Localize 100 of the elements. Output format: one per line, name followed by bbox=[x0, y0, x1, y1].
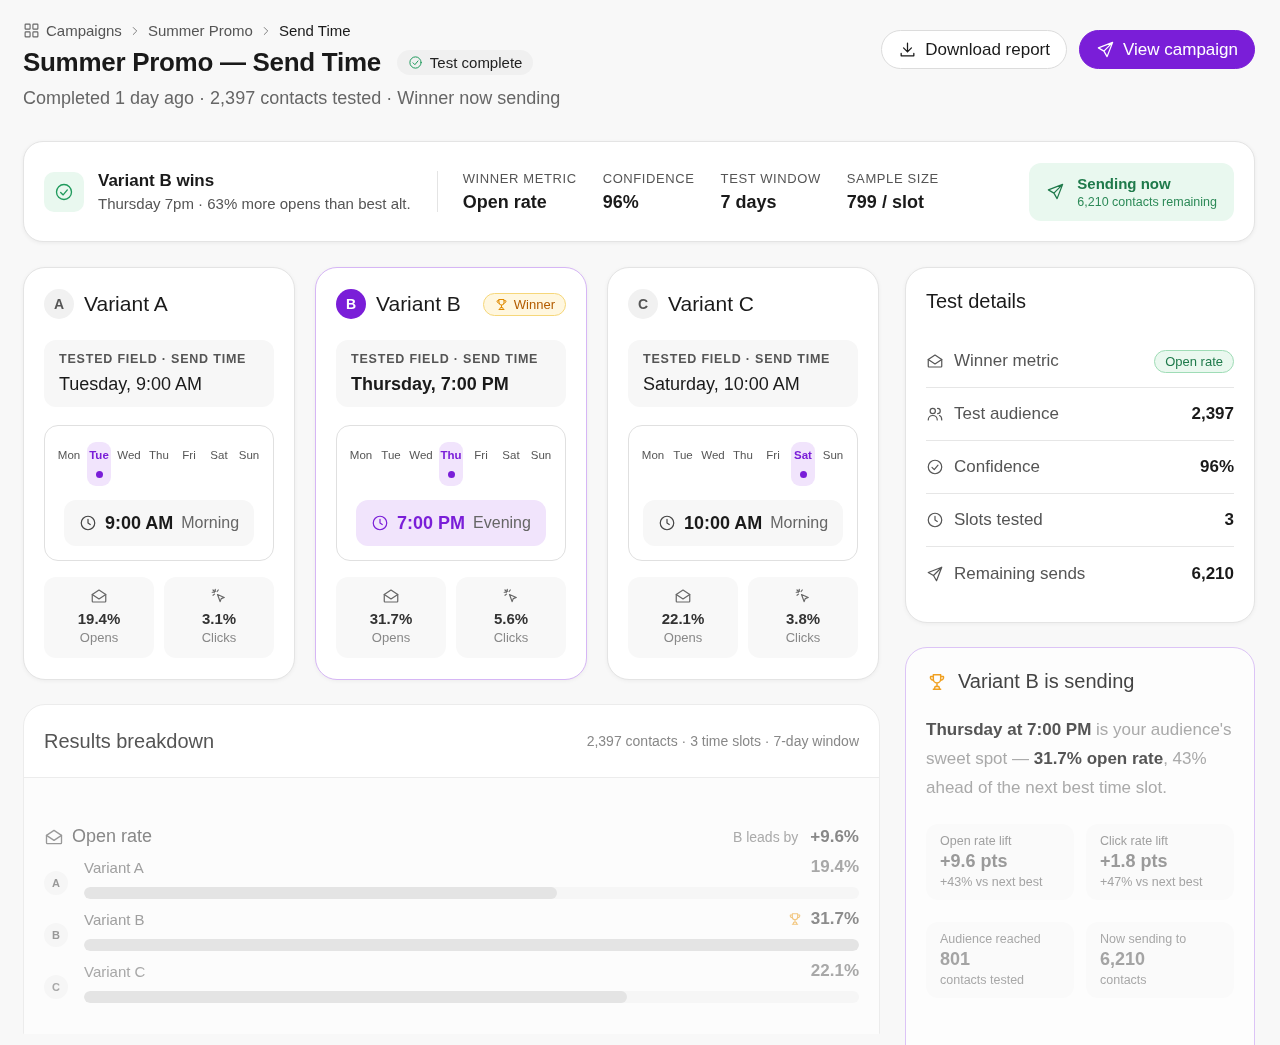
stat-value: 801 bbox=[940, 949, 972, 970]
send-icon bbox=[926, 564, 944, 583]
lead-value: +9.6% bbox=[810, 826, 859, 847]
day-option: Sat bbox=[791, 442, 815, 486]
day-option: Fri bbox=[761, 442, 785, 486]
stat-note: contacts tested bbox=[940, 973, 1026, 987]
time-period: Morning bbox=[770, 514, 829, 532]
pointer-click-icon bbox=[502, 587, 520, 605]
field-value: Saturday, 10:00 AM bbox=[643, 374, 801, 395]
metric-label: SAMPLE SIZE bbox=[846, 170, 939, 186]
metric-value: 7 days bbox=[720, 191, 778, 213]
result-value: 22.1% bbox=[810, 961, 859, 981]
sending-summary-text: Thursday at 7:00 PM is your audience's sweet spot — 31.7% open rate, 43% ahead of the next best time slot. bbox=[926, 719, 1233, 799]
variant-name: Variant B bbox=[376, 292, 461, 316]
breadcrumb-link[interactable]: Send Time bbox=[278, 22, 351, 39]
stat-value: 6,210 bbox=[1100, 949, 1147, 970]
results-title: Results breakdown bbox=[44, 729, 215, 753]
variant-letter-avatar: B bbox=[336, 289, 366, 319]
day-option: Mon bbox=[57, 442, 81, 486]
breadcrumb-link[interactable]: Campaigns bbox=[46, 22, 122, 39]
variant-name: Variant C bbox=[84, 962, 146, 980]
status-badge: Test complete bbox=[396, 50, 534, 75]
grid-icon bbox=[23, 22, 40, 39]
day-option: Thu bbox=[439, 442, 463, 486]
result-value: 19.4% bbox=[810, 857, 859, 877]
pointer-click-icon bbox=[210, 587, 228, 605]
sending-subtitle: 6,210 contacts remaining bbox=[1077, 194, 1217, 209]
time-period: Evening bbox=[473, 514, 531, 532]
variant-name: Variant C bbox=[668, 292, 754, 316]
stat-label: Open rate lift bbox=[940, 834, 1013, 848]
stat-value: 3.8% bbox=[785, 610, 821, 627]
metric-value: Open rate bbox=[462, 191, 548, 213]
day-option: Wed bbox=[117, 442, 141, 486]
stat-label: Clicks bbox=[785, 630, 821, 645]
metric-label: WINNER METRIC bbox=[462, 170, 577, 186]
detail-value: 96% bbox=[1199, 457, 1234, 477]
download-report-button[interactable]: Download report bbox=[881, 30, 1067, 69]
metric-pill: Open rate bbox=[1154, 349, 1234, 373]
variant-letter-avatar: C bbox=[628, 289, 658, 319]
detail-label: Winner metric bbox=[954, 351, 1059, 371]
variant-letter-avatar: A bbox=[44, 289, 74, 319]
detail-value: 2,397 bbox=[1191, 404, 1234, 424]
day-option: Thu bbox=[147, 442, 171, 486]
field-value: Thursday, 7:00 PM bbox=[351, 374, 510, 395]
stat-note: +43% vs next best bbox=[940, 875, 1044, 889]
field-label: TESTED FIELD · SEND TIME bbox=[643, 352, 832, 366]
page-title: Summer Promo — Send Time bbox=[23, 47, 381, 78]
day-option: Fri bbox=[177, 442, 201, 486]
stat-note: contacts bbox=[1100, 973, 1148, 987]
day-option: Sun bbox=[821, 442, 845, 486]
clock-icon bbox=[371, 514, 390, 532]
day-option: Sun bbox=[237, 442, 261, 486]
variant-name: Variant A bbox=[84, 292, 168, 316]
send-time: 7:00 PM bbox=[397, 512, 466, 534]
metric-label: CONFIDENCE bbox=[602, 170, 695, 186]
detail-label: Confidence bbox=[954, 457, 1040, 477]
winner-badge: Winner bbox=[482, 292, 566, 316]
day-option: Mon bbox=[349, 442, 373, 486]
stat-note: +47% vs next best bbox=[1100, 875, 1204, 889]
metric-value: 799 / slot bbox=[846, 191, 925, 213]
metric-name: Open rate bbox=[72, 826, 153, 847]
detail-label: Remaining sends bbox=[954, 563, 1086, 584]
field-label: TESTED FIELD · SEND TIME bbox=[59, 352, 248, 366]
detail-value: 3 bbox=[1224, 510, 1234, 530]
stat-label: Clicks bbox=[493, 630, 529, 645]
stat-label: Opens bbox=[371, 630, 411, 645]
day-option: Tue bbox=[379, 442, 403, 486]
users-icon bbox=[926, 405, 944, 423]
clock-icon bbox=[657, 514, 676, 532]
detail-value: 6,210 bbox=[1191, 563, 1234, 584]
day-option: Fri bbox=[469, 442, 493, 486]
view-campaign-button[interactable]: View campaign bbox=[1079, 30, 1255, 69]
stat-value: 22.1% bbox=[661, 610, 705, 627]
breadcrumb-link[interactable]: Summer Promo bbox=[147, 22, 253, 39]
stat-value: 3.1% bbox=[201, 610, 237, 627]
stat-label: Opens bbox=[663, 630, 703, 645]
stat-value: 19.4% bbox=[77, 610, 121, 627]
stat-label: Now sending to bbox=[1100, 932, 1188, 946]
page-subtitle: Completed 1 day ago · 2,397 contacts tested · Winner now sending bbox=[23, 88, 561, 109]
variant-letter-avatar: B bbox=[44, 923, 68, 947]
day-option: Sat bbox=[499, 442, 523, 486]
field-label: TESTED FIELD · SEND TIME bbox=[351, 352, 540, 366]
metric-label: TEST WINDOW bbox=[720, 170, 821, 186]
stat-label: Clicks bbox=[201, 630, 237, 645]
clock-icon bbox=[926, 511, 944, 529]
variant-name: Variant A bbox=[84, 858, 144, 876]
day-option: Mon bbox=[641, 442, 665, 486]
day-option: Tue bbox=[671, 442, 695, 486]
time-period: Morning bbox=[181, 514, 240, 532]
detail-label: Slots tested bbox=[954, 510, 1043, 530]
lead-label: B leads by bbox=[732, 828, 799, 845]
stat-value: 5.6% bbox=[493, 610, 529, 627]
variant-letter-avatar: C bbox=[44, 975, 68, 999]
stat-label: Opens bbox=[79, 630, 119, 645]
day-option: Sat bbox=[207, 442, 231, 486]
stat-label: Audience reached bbox=[940, 932, 1042, 946]
stat-value: +1.8 pts bbox=[1100, 851, 1169, 872]
day-option: Thu bbox=[731, 442, 755, 486]
details-title: Test details bbox=[926, 290, 1028, 313]
stat-value: +9.6 pts bbox=[940, 851, 1009, 872]
